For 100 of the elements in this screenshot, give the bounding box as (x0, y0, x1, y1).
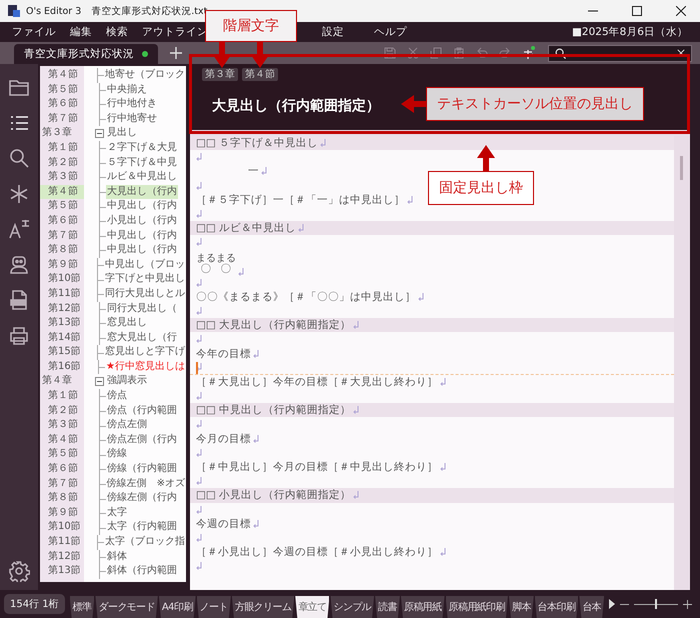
document-tab[interactable]: 青空文庫形式対応状況 (14, 44, 158, 64)
outline-item[interactable]: 斜体 (106, 550, 128, 564)
annotation-arrow (401, 94, 427, 114)
theme-tab[interactable]: 原稿用紙印刷 (446, 596, 508, 618)
print-icon[interactable] (8, 324, 30, 346)
outline-item[interactable]: 傍点（行内範囲 (106, 404, 178, 418)
outline-item[interactable]: 傍線左側 ※オズ (106, 476, 186, 492)
settings-icon[interactable] (8, 560, 30, 582)
menu-item[interactable]: ヘルプ (374, 25, 407, 39)
font-icon[interactable] (8, 218, 30, 240)
section-number: 第２節 (47, 156, 79, 170)
outline-item[interactable]: 中見出し（ブロッ (104, 258, 186, 272)
collapse-icon[interactable] (95, 377, 104, 386)
section-number: 第９節 (47, 258, 79, 272)
zoom-in-icon[interactable] (683, 600, 692, 608)
theme-tab[interactable]: 読書 (375, 596, 400, 618)
close-icon[interactable] (676, 6, 686, 16)
outline-item[interactable]: 同行大見出し（ (106, 302, 178, 316)
annotation-arrow (476, 145, 496, 171)
asterisk-icon[interactable] (8, 182, 30, 204)
section-number: 第７節 (47, 476, 79, 491)
clear-icon[interactable] (677, 49, 685, 57)
outline-item[interactable]: 地寄せ（ブロック (104, 68, 186, 83)
theme-tab[interactable]: 台本印刷 (534, 596, 578, 618)
menu-item[interactable]: 検索 (106, 25, 128, 39)
theme-tab[interactable]: 方眼クリーム (232, 596, 294, 618)
text-line: 〇〇《まるまる》［＃「〇〇」は中見出し］ (196, 290, 416, 304)
app-icon (8, 5, 20, 17)
outline-item[interactable]: ★行中窓見出しは (105, 360, 186, 374)
theme-tab[interactable]: ノート (196, 596, 231, 618)
text-line: 一 (247, 164, 259, 178)
return-mark-icon (196, 210, 202, 218)
outline-item[interactable]: 行中地付き (106, 97, 158, 112)
return-mark-icon (196, 306, 202, 315)
zoom-slider[interactable] (634, 599, 678, 609)
outline-item[interactable]: 太字（行内範囲 (106, 520, 178, 535)
theme-tab[interactable]: 台本 (579, 596, 604, 618)
section-number: 第４節 (47, 432, 79, 447)
outline-item[interactable]: 傍点 (106, 389, 128, 404)
scroll-right-icon[interactable] (609, 599, 616, 609)
text-line: ［＃５字下げ］一［＃「一」は中見出し］ (196, 192, 405, 207)
annotation-arrow (250, 42, 270, 68)
heading-text: □□ ５字下げ＆中見出し (196, 136, 318, 150)
outline-item[interactable]: 太字 (106, 506, 128, 520)
return-mark-icon (196, 534, 202, 542)
outline-item[interactable]: 傍点左側 (106, 418, 148, 433)
app-title: O's Editor 3 (26, 6, 82, 16)
text-line: 今月の目標 (196, 432, 251, 446)
return-mark-icon (196, 182, 202, 190)
return-mark-icon (440, 548, 446, 556)
outline-item[interactable]: ルビ＆中見出し (106, 170, 178, 185)
slider-thumb[interactable] (655, 599, 658, 609)
outline-item[interactable]: 太字（ブロック指 (104, 535, 186, 550)
menu-item[interactable]: 設定 (322, 25, 344, 39)
outline-item[interactable]: ５字下げ＆中見 (106, 156, 178, 170)
outline-item[interactable]: 強調表示 (106, 374, 148, 390)
section-number: 第４章 (41, 374, 73, 388)
pdf-icon[interactable] (8, 289, 30, 311)
theme-tab[interactable]: A4印刷 (158, 596, 196, 618)
menu-item[interactable]: ファイル (12, 25, 56, 39)
outline-item[interactable]: 窓見出しと字下げ (104, 345, 186, 360)
section-number: 第３章 (41, 126, 73, 140)
theme-tab[interactable]: 脚本 (508, 596, 534, 618)
outline-item[interactable]: 中見出し（行内 (106, 228, 178, 244)
return-mark-icon (440, 378, 446, 386)
collapse-icon[interactable] (95, 129, 104, 138)
return-mark-icon (196, 278, 202, 287)
menu-item[interactable]: 編集 (70, 25, 92, 39)
add-tab-icon[interactable] (170, 47, 182, 59)
outline-item[interactable]: 窓大見出し（行 (106, 330, 178, 346)
theme-tab[interactable]: 標準 (70, 596, 94, 618)
outline-item[interactable]: 同行大見出しとル (104, 286, 186, 302)
text-line: ［＃大見出し］今年の目標［＃大見出し終わり］ (196, 374, 438, 389)
maximize-icon[interactable] (632, 6, 642, 16)
outline-item[interactable]: 傍線（行内範囲 (106, 462, 178, 477)
outline-item[interactable]: 窓見出し (106, 316, 148, 331)
outline-item[interactable]: 小見出し（行内 (106, 214, 178, 229)
outline-item[interactable]: 大見出し（行内 (106, 184, 178, 200)
outline-item[interactable]: 傍線 (106, 447, 128, 462)
outline-item[interactable]: 中央揃え (106, 82, 148, 98)
search-icon[interactable] (8, 147, 30, 169)
outline-item[interactable]: ２字下げ＆大見 (106, 140, 178, 156)
section-number: 第７節 (47, 228, 79, 243)
outline-item[interactable]: 見出し (106, 126, 138, 141)
section-number: 第７節 (47, 112, 79, 126)
outline-item[interactable]: 傍点左側（行内 (106, 432, 178, 448)
section-number: 第13節 (47, 316, 82, 330)
theme-tab[interactable]: 原稿用紙 (400, 596, 445, 618)
theme-tab[interactable]: 章立て (295, 596, 330, 618)
outline-item[interactable]: 中見出し（行内 (106, 243, 178, 258)
outline-item[interactable]: 中見出し（行内 (106, 199, 178, 214)
outline-item[interactable]: 斜体（行内範囲 (106, 564, 178, 579)
outline-item[interactable]: 字下げと中見出し (104, 272, 186, 287)
theme-tab[interactable]: ダークモード (95, 596, 158, 618)
section-number: 第４節 (40, 184, 84, 200)
outline-item[interactable]: 行中地寄せ (106, 112, 158, 126)
outline-item[interactable]: 傍線左側（行内 (106, 491, 178, 506)
theme-tab[interactable]: シンプル (330, 596, 374, 618)
section-number: 第３節 (47, 418, 79, 432)
robot-icon[interactable] (8, 254, 30, 276)
